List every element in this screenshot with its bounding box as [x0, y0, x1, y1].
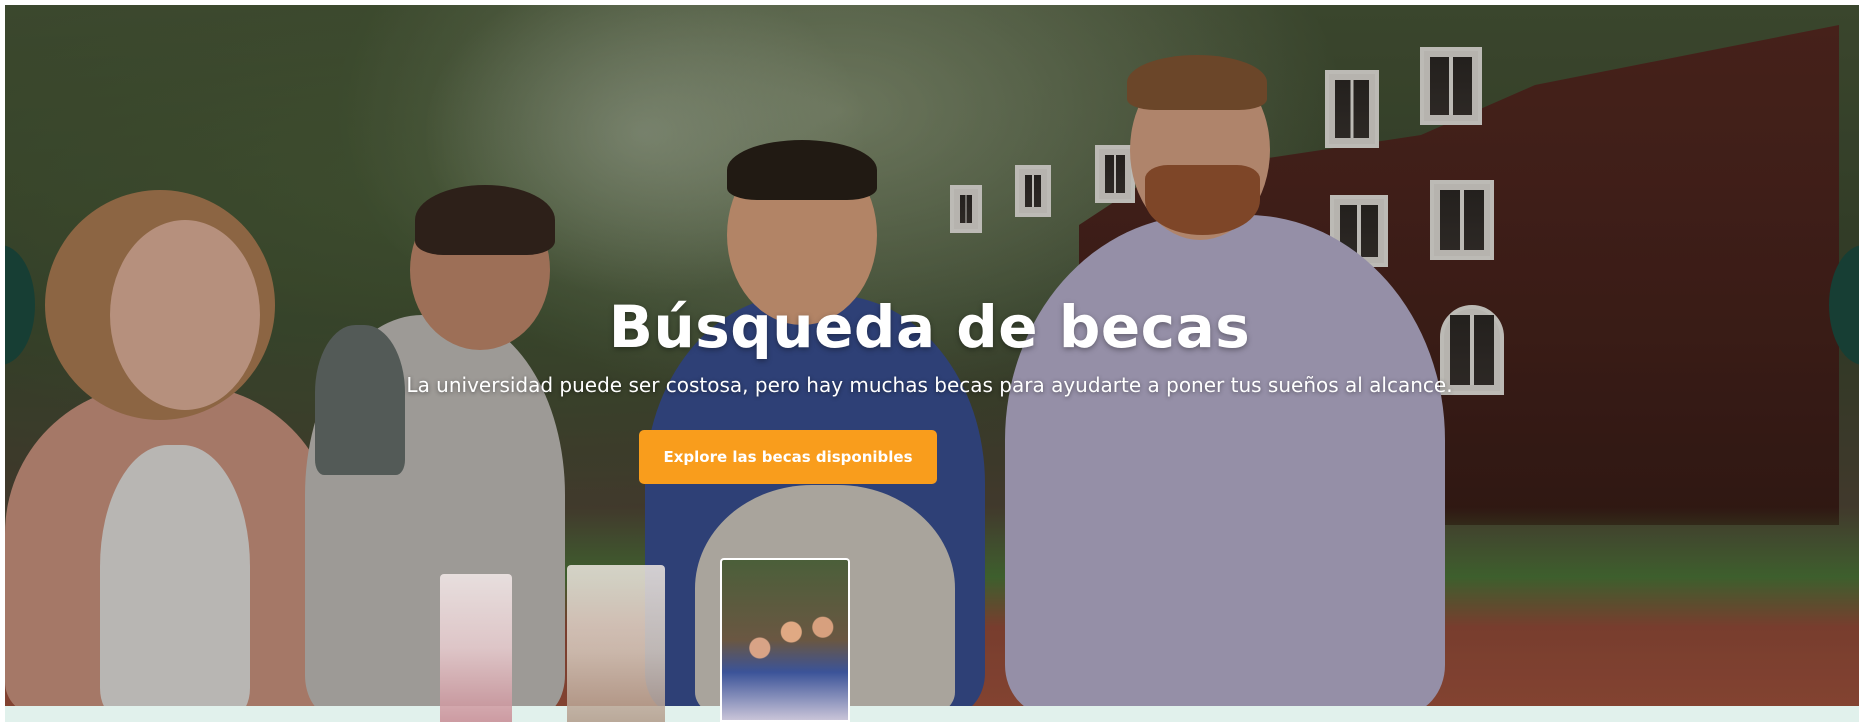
- page-title: Búsqueda de becas: [608, 293, 1251, 361]
- carousel-thumbnail-2[interactable]: [567, 565, 665, 722]
- hero-subtitle: La universidad puede ser costosa, pero h…: [406, 373, 1453, 397]
- explore-scholarships-button[interactable]: Explore las becas disponibles: [639, 430, 937, 484]
- carousel-thumbnail-3[interactable]: [720, 558, 850, 722]
- carousel-thumbnail-bar: [5, 706, 1859, 722]
- carousel-thumbnail-1[interactable]: [440, 574, 512, 722]
